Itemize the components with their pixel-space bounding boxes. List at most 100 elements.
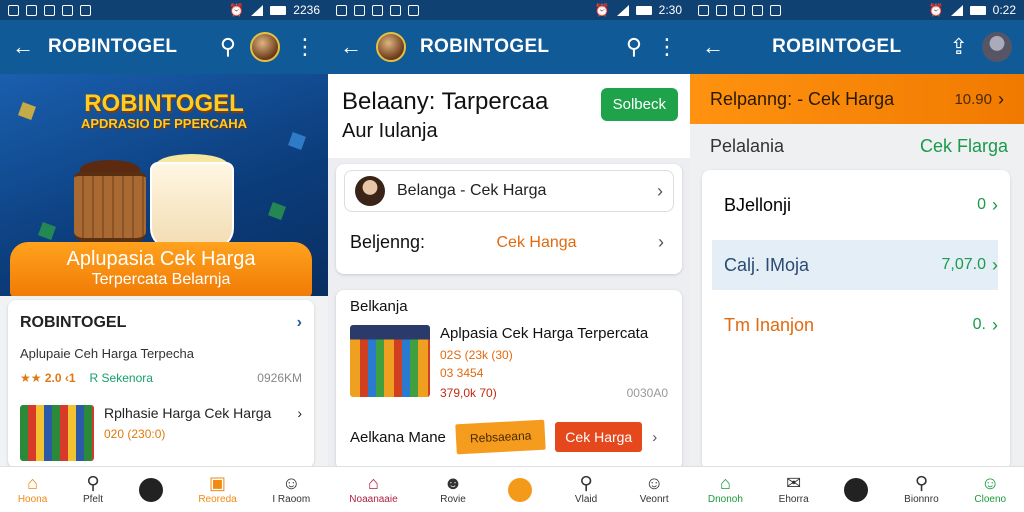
options-card: Belanga - Cek Harga › Beljenng: Cek Hang… [336, 164, 682, 274]
nav-orders[interactable]: ▣ Reoreda [198, 474, 236, 505]
row-value: Cek Hanga [496, 233, 577, 251]
cek-harga-button[interactable]: Cek Harga [555, 422, 643, 452]
nav-mail[interactable]: ✉ Ehorra [779, 474, 809, 505]
nav-account[interactable]: ☺ I Raoom [272, 474, 310, 505]
search-icon: ⚲ [579, 473, 593, 493]
share-icon[interactable]: ⇪ [950, 36, 968, 58]
battery-icon [270, 5, 287, 15]
item-value: 7,07.0 [941, 256, 986, 273]
back-icon[interactable]: ← [340, 36, 362, 58]
nav-center[interactable] [508, 477, 533, 502]
nav-home[interactable]: ⌂ Noaanaaie [349, 474, 397, 505]
category: R Sekenora [89, 371, 153, 385]
chevron-right-icon: › [657, 232, 664, 252]
product-price: 02S (23k (30) [440, 348, 513, 362]
items-card: BJellonji 0 › Calj. IMoja 7,07.0 › Tm In… [702, 170, 1010, 470]
size: 0926KM [257, 371, 302, 385]
chevron-right-icon: › [998, 88, 1004, 109]
status-time: 2236 [293, 3, 320, 17]
rating: ★★ 2.0 ‹1 [20, 371, 76, 385]
alarm-icon: ⏰ [229, 3, 245, 17]
review-icon: ☻ [443, 473, 463, 493]
bottom-nav: ⌂ Noaanaaie ☻ Rovie ⚲ Vlaid ☺ Veonrt [328, 466, 690, 512]
nav-account[interactable]: ☺ Cloeno [974, 474, 1006, 505]
hero-banner[interactable]: ROBINTOGEL APDRASIO DF PPERCAHA Aplupasi… [0, 74, 328, 296]
avatar[interactable] [376, 32, 406, 62]
list-item[interactable]: Aplpasia Cek Harga Terpercata 02S (23k (… [350, 325, 668, 400]
search-icon: ⚲ [86, 473, 100, 493]
promo-tag[interactable]: Rebsaeana [455, 419, 547, 455]
nav-home[interactable]: ⌂ Dnonoh [708, 474, 743, 505]
status-bar: ⏰ 2236 [0, 0, 328, 20]
avatar[interactable] [982, 32, 1012, 62]
list-item[interactable]: Tm Inanjon 0. › [712, 300, 998, 350]
center-dot-icon [508, 477, 533, 502]
status-time: 0:22 [992, 3, 1016, 17]
hero-title: ROBINTOGEL [84, 90, 244, 117]
hero-cta[interactable]: Aplupasia Cek Harga Terpercata Belarnja [10, 242, 312, 296]
app-card[interactable]: ROBINTOGEL › Aplupaie Ceh Harga Terpecha … [8, 300, 314, 468]
price-banner[interactable]: Relpanng: - Cek Harga 10.90 › [690, 74, 1024, 124]
chevron-right-icon: › [992, 314, 998, 335]
hero-cta-line1: Aplupasia Cek Harga [66, 248, 256, 270]
nav-search[interactable]: ⚲ Pfelt [83, 474, 103, 505]
avatar[interactable] [250, 32, 280, 62]
alarm-icon: ⏰ [928, 3, 944, 17]
person-icon: ☺ [981, 473, 1000, 493]
item-label: Calj. IMoja [724, 254, 810, 275]
nav-account[interactable]: ☺ Veonrt [640, 474, 669, 505]
nav-search[interactable]: ⚲ Bionnro [904, 474, 938, 505]
back-icon[interactable]: ← [702, 36, 724, 58]
product-title: Rplhasie Harga Cek Harga [104, 405, 272, 421]
chevron-right-icon[interactable]: › [652, 429, 657, 446]
list-item[interactable]: Belanga - Cek Harga › [344, 170, 674, 212]
signal-icon [950, 4, 963, 16]
nav-home[interactable]: ⌂ Hoona [18, 474, 47, 505]
app-title: ROBINTOGEL [772, 36, 902, 57]
product-thumbnail [350, 325, 430, 397]
item-label: BJellonji [724, 194, 792, 215]
barrel-image [74, 172, 146, 242]
section-title: Belkanja [350, 298, 408, 315]
list-item[interactable]: BJellonji 0 › [712, 180, 998, 230]
bottom-nav: ⌂ Dnonoh ✉ Ehorra ⚲ Bionnro ☺ Cloeno [690, 466, 1024, 512]
list-item[interactable]: Rplhasie Harga Cek Harga › 020 (230:0) [20, 405, 302, 461]
more-vert-icon[interactable]: ⋮ [656, 36, 678, 58]
home-icon: ⌂ [368, 473, 379, 493]
chevron-right-icon[interactable]: › [297, 314, 302, 332]
page-header: Belaany: Tarpercaa Aur Iulanja Solbeck [328, 74, 690, 158]
center-dot-icon [138, 477, 163, 502]
search-icon[interactable]: ⚲ [626, 36, 642, 58]
app-bar: ← ROBINTOGEL ⇪ [690, 20, 1024, 74]
card-title: ROBINTOGEL [20, 314, 127, 331]
solbeck-button[interactable]: Solbeck [600, 88, 678, 121]
nav-center[interactable] [138, 477, 163, 502]
product-price: 379,0k 70) [440, 386, 497, 400]
product-card: Belkanja Aplpasia Cek Harga Terpercata 0… [336, 290, 682, 470]
more-vert-icon[interactable]: ⋮ [294, 36, 316, 58]
product-thumbnail [20, 405, 94, 461]
status-time: 2:30 [658, 3, 682, 17]
screen-2: ⏰ 2:30 ← ROBINTOGEL ⚲ ⋮ Belaany: Tarperca… [328, 0, 690, 512]
hero-subtitle: APDRASIO DF PPERCAHA [80, 116, 248, 131]
section-link[interactable]: Cek Flarga [920, 136, 1008, 157]
product-price: 020 (230:0) [104, 427, 166, 441]
list-item[interactable]: Beljenng: Cek Hanga › [350, 232, 664, 253]
list-item[interactable]: Calj. IMoja 7,07.0 › [712, 240, 998, 290]
app-title: ROBINTOGEL [420, 36, 550, 57]
banner-label: Relpanng: - Cek Harga [710, 88, 895, 109]
search-icon: ⚲ [914, 473, 928, 493]
hero-cta-line2: Terpercata Belarnja [91, 271, 231, 288]
search-icon[interactable]: ⚲ [220, 36, 236, 58]
home-icon: ⌂ [719, 473, 731, 493]
banner-value: 10.90 [954, 90, 992, 108]
bottom-label: Aelkana Mane [350, 428, 446, 446]
chevron-right-icon: › [992, 254, 998, 275]
nav-center[interactable] [844, 477, 869, 502]
chevron-right-icon[interactable]: › [297, 405, 302, 421]
row-label: Beljenng: [350, 232, 426, 252]
nav-search[interactable]: ⚲ Vlaid [575, 474, 597, 505]
back-icon[interactable]: ← [12, 36, 34, 58]
nav-review[interactable]: ☻ Rovie [440, 474, 466, 505]
signal-icon [616, 4, 629, 16]
